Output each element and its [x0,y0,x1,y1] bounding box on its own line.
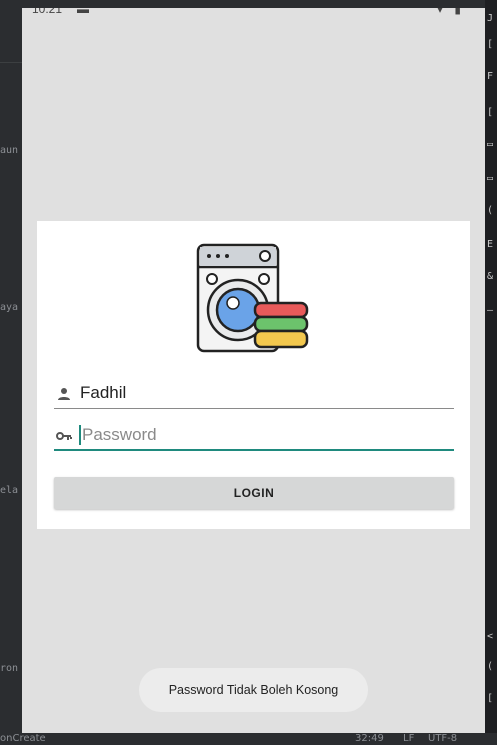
username-underline [54,408,454,409]
password-placeholder: Password [82,425,157,444]
ide-tool-glyph[interactable]: < [487,632,493,642]
login-button[interactable]: LOGIN [54,477,454,509]
ide-tool-glyph[interactable]: [ [487,40,493,50]
emulator-screen: 10:21 ▬ ▾ ▮ Fadhil Password LOGIN Passwo… [22,8,485,733]
signal-battery-icon: ▾ ▮ [437,8,465,16]
ide-tool-glyph[interactable]: & [487,272,493,282]
text-cursor [79,425,81,445]
ide-tool-glyph[interactable]: F [487,72,493,82]
ide-tool-glyph[interactable]: [ [487,108,493,118]
ide-tool-glyph[interactable]: ▭ [487,140,493,150]
ide-tool-glyph[interactable]: ▭ [487,174,493,184]
ide-divider [0,62,22,63]
notification-icon: ▬ [77,8,89,16]
username-field[interactable]: Fadhil [54,379,454,409]
ide-breadcrumb[interactable]: onCreate [0,733,46,745]
ide-tool-glyph[interactable]: ( [487,662,493,672]
ide-code-fragment: ron [0,663,19,674]
ide-tool-glyph[interactable]: [ [487,694,493,704]
ide-line-ending[interactable]: LF [403,733,414,745]
ide-cursor-position[interactable]: 32:49 [355,733,384,745]
login-card: Fadhil Password LOGIN [37,221,470,529]
ide-code-fragment: aya [0,302,19,313]
ide-code-fragment: ela [0,485,19,496]
ide-tool-glyph[interactable]: J [487,14,493,24]
person-icon [58,388,70,400]
device-status-bar: 10:21 ▬ ▾ ▮ [22,8,485,24]
username-value: Fadhil [80,383,127,402]
status-time: 10:21 [32,8,63,16]
ide-tool-strip: J [ F [ ▭ ▭ ( E & — < ( [ [485,0,497,745]
ide-status-bar: onCreate 32:49 LF UTF-8 [0,733,497,745]
ide-encoding[interactable]: UTF-8 [428,733,457,745]
ide-editor-gutter: aun aya ela ron [0,0,22,745]
ide-tool-glyph[interactable]: E [487,240,493,250]
password-underline [54,449,454,451]
toast-message: Password Tidak Boleh Kosong [139,668,368,712]
ide-tool-glyph[interactable]: ( [487,206,493,216]
washing-machine-logo-icon [196,243,309,353]
key-icon [56,432,72,440]
ide-tool-glyph[interactable]: — [487,306,493,316]
password-field[interactable]: Password [54,421,454,451]
ide-code-fragment: aun [0,145,19,156]
